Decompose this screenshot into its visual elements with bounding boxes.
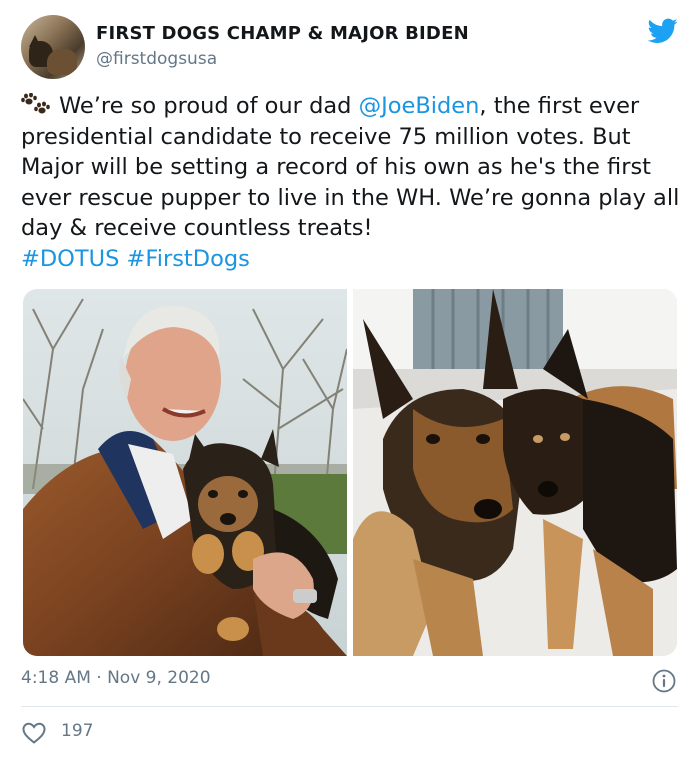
tweet-text-start: We’re so proud of our dad: [59, 93, 359, 119]
hashtag-firstdogs-link[interactable]: #FirstDogs: [127, 246, 250, 272]
like-count: 197: [61, 721, 94, 741]
author-handle[interactable]: @firstdogsusa: [96, 49, 217, 69]
paw-prints-icon: [21, 93, 50, 114]
hashtag-dotus-link[interactable]: #DOTUS: [21, 246, 119, 272]
twitter-bird-icon[interactable]: [648, 18, 678, 44]
man-holding-puppy-photo[interactable]: [23, 289, 347, 656]
author-name[interactable]: FIRST DOGS CHAMP & MAJOR BIDEN: [96, 23, 469, 44]
info-icon[interactable]: [652, 669, 676, 693]
tweet-text: We’re so proud of our dad @JoeBiden, the…: [21, 91, 686, 275]
tweet-timestamp[interactable]: 4:18 AM · Nov 9, 2020: [21, 668, 211, 688]
heart-icon[interactable]: [21, 721, 47, 745]
two-german-shepherds-photo[interactable]: [353, 289, 677, 656]
avatar[interactable]: [21, 15, 85, 79]
avatar-dog-tan: [47, 49, 77, 75]
divider: [21, 706, 678, 707]
mention-link[interactable]: @JoeBiden: [359, 93, 480, 119]
